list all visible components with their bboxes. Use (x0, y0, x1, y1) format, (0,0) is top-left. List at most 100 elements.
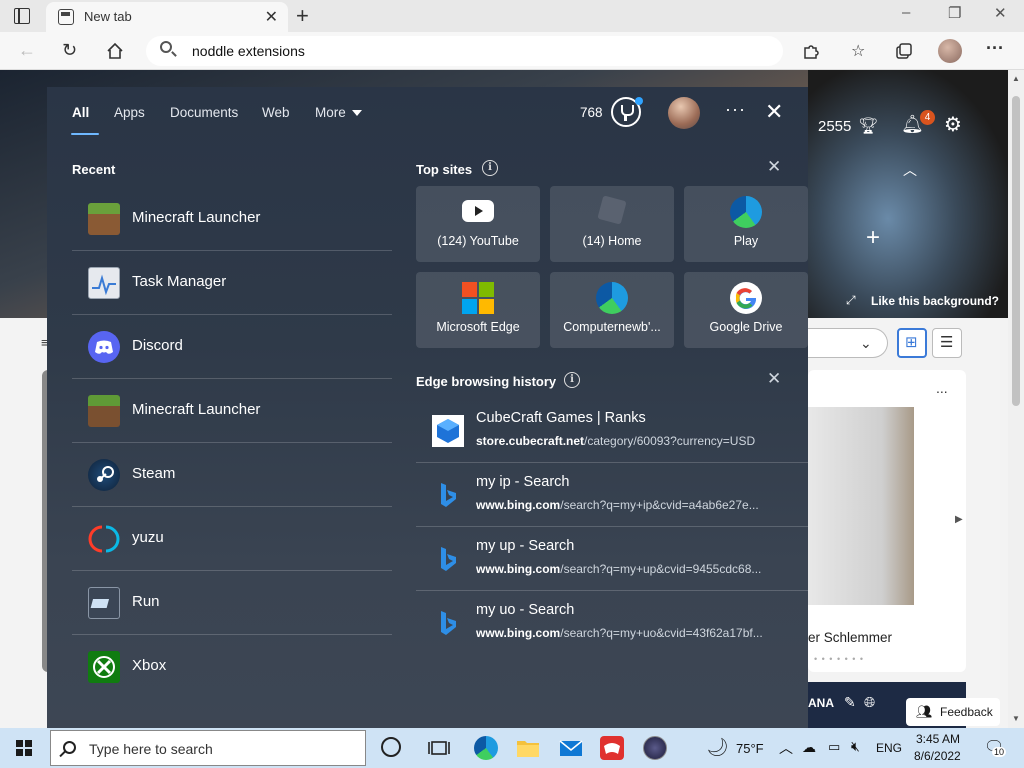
recent-item-xbox[interactable]: Xbox (72, 635, 392, 699)
bottom-strip-text: ANA (808, 696, 834, 710)
page-scrollbar[interactable]: ▲ ▼ (1008, 70, 1024, 728)
volume-muted-icon[interactable]: 🔇︎ (851, 738, 860, 755)
feed-dropdown[interactable]: ⌄ (808, 328, 888, 358)
network-icon[interactable]: ▭ (828, 739, 840, 755)
minecraft-icon (88, 395, 120, 427)
task-view-icon[interactable] (427, 736, 451, 760)
tray-expand-chevron-up-icon[interactable]: ︿ (779, 738, 793, 758)
recent-item-minecraft-launcher-2[interactable]: Minecraft Launcher (72, 379, 392, 443)
scroll-down-icon[interactable]: ▼ (1012, 714, 1020, 723)
extensions-puzzle-icon[interactable] (802, 42, 820, 60)
card-more-icon[interactable]: ... (936, 380, 948, 396)
top-site-youtube[interactable]: (124) YouTube (416, 186, 540, 262)
stadia-app-icon[interactable] (600, 736, 624, 760)
news-card[interactable]: ... er Schlemmer • • • • • • • (808, 370, 966, 672)
like-background-link[interactable]: Like this background? (871, 294, 999, 308)
tab-all[interactable]: All (72, 105, 89, 120)
pen-icon[interactable]: ✎ (844, 694, 856, 711)
recent-item-steam[interactable]: Steam (72, 443, 392, 507)
top-site-microsoft-edge[interactable]: Microsoft Edge (416, 272, 540, 348)
globe-icon[interactable]: 🌐︎ (864, 694, 875, 711)
top-site-play[interactable]: Play (684, 186, 808, 262)
home-icon[interactable] (106, 42, 124, 60)
account-avatar[interactable] (668, 97, 700, 129)
weather-moon-icon[interactable]: 🌙︎ (706, 737, 729, 758)
edge-icon (730, 196, 762, 228)
window-restore-button[interactable]: ❐ (948, 4, 961, 22)
clock-date[interactable]: 8/6/2022 (914, 749, 961, 763)
bing-icon (441, 483, 456, 507)
edge-taskbar-icon[interactable] (474, 736, 498, 760)
collections-icon[interactable] (895, 42, 913, 60)
back-arrow-icon[interactable]: ← (18, 40, 36, 61)
add-shortcut-plus-icon[interactable]: + (866, 224, 880, 252)
collapse-chevron-up-icon[interactable]: ︿ (903, 160, 917, 180)
recent-item-yuzu[interactable]: yuzu (72, 507, 392, 571)
new-tab-plus-icon[interactable]: + (296, 3, 309, 29)
top-sites-info-icon[interactable]: i (482, 160, 498, 176)
search-icon (160, 41, 172, 53)
scroll-up-icon[interactable]: ▲ (1012, 74, 1020, 83)
tab-more-label: More (315, 105, 346, 120)
top-site-home[interactable]: (14) Home (550, 186, 674, 262)
tab-more[interactable]: More (315, 105, 362, 120)
close-icon[interactable]: ✕ (765, 99, 783, 125)
recent-item-discord[interactable]: Discord (72, 315, 392, 379)
list-view-button[interactable]: ☰ (932, 328, 962, 358)
more-options-icon[interactable]: ··· (725, 99, 746, 120)
top-sites-close-icon[interactable]: ✕ (767, 157, 781, 177)
history-item-cubecraft[interactable]: CubeCraft Games | Ranks store.cubecraft.… (416, 399, 808, 463)
input-language[interactable]: ENG (876, 741, 902, 755)
windows-start-icon[interactable] (16, 740, 32, 756)
tab-web[interactable]: Web (262, 105, 290, 120)
carousel-next-icon[interactable]: ▶ (955, 514, 963, 525)
newtab-favicon-icon (58, 9, 74, 25)
expand-icon[interactable]: ⤢ (846, 293, 856, 308)
history-info-icon[interactable]: i (564, 372, 580, 388)
refresh-icon[interactable]: ↻ (62, 40, 77, 61)
file-explorer-icon[interactable] (516, 736, 540, 760)
profile-avatar[interactable] (938, 39, 962, 63)
top-site-google-drive[interactable]: Google Drive (684, 272, 808, 348)
cortana-icon[interactable] (381, 737, 401, 757)
address-text[interactable]: noddle extensions (192, 43, 305, 59)
address-bar[interactable]: noddle extensions (146, 36, 783, 66)
settings-more-icon[interactable]: ··· (986, 38, 1004, 59)
game-app-icon[interactable] (643, 736, 667, 760)
window-close-button[interactable]: ✕ (994, 4, 1007, 22)
mail-icon[interactable] (559, 736, 583, 760)
history-item-my-uo[interactable]: my uo - Search www.bing.com/search?q=my+… (416, 591, 808, 655)
grid-view-button[interactable]: ⊞ (897, 328, 927, 358)
tab-documents[interactable]: Documents (170, 105, 238, 120)
scrollbar-thumb[interactable] (1012, 96, 1020, 406)
taskbar-search-box[interactable]: Type here to search (50, 730, 366, 766)
recent-item-label: yuzu (132, 529, 164, 546)
carousel-dots[interactable]: • • • • • • • (814, 654, 864, 664)
taskbar-search-placeholder[interactable]: Type here to search (89, 741, 213, 757)
weather-temperature[interactable]: 75°F (736, 741, 764, 756)
rewards-points[interactable]: 2555 (818, 118, 851, 135)
clock-time[interactable]: 3:45 AM (916, 732, 960, 746)
recent-item-minecraft-launcher[interactable]: Minecraft Launcher (72, 187, 392, 251)
left-content-strip (0, 318, 48, 728)
tab-actions-icon[interactable] (14, 8, 30, 24)
tab-apps[interactable]: Apps (114, 105, 145, 120)
history-close-icon[interactable]: ✕ (767, 369, 781, 389)
tab-close-icon[interactable]: ✕ (265, 7, 278, 27)
recent-item-task-manager[interactable]: Task Manager (72, 251, 392, 315)
recent-item-run[interactable]: Run (72, 571, 392, 635)
window-minimize-button[interactable]: – (902, 4, 910, 21)
favorites-star-icon[interactable]: ☆ (851, 41, 865, 61)
history-item-my-up[interactable]: my up - Search www.bing.com/search?q=my+… (416, 527, 808, 591)
page-settings-gear-icon[interactable]: ⚙ (944, 112, 962, 137)
steam-icon (88, 459, 120, 491)
feedback-button[interactable]: 👥︎ Feedback (906, 698, 1000, 726)
top-site-computernewb[interactable]: Computernewb'... (550, 272, 674, 348)
tab-new-tab[interactable]: New tab ✕ (46, 2, 288, 32)
rewards-points[interactable]: 768 (580, 105, 603, 120)
microsoft-icon (462, 282, 494, 314)
history-item-my-ip[interactable]: my ip - Search www.bing.com/search?q=my+… (416, 463, 808, 527)
onedrive-cloud-icon[interactable]: ☁ (802, 739, 816, 756)
chevron-down-icon (351, 110, 362, 117)
rewards-trophy-icon[interactable]: 🏆︎ (858, 116, 878, 136)
